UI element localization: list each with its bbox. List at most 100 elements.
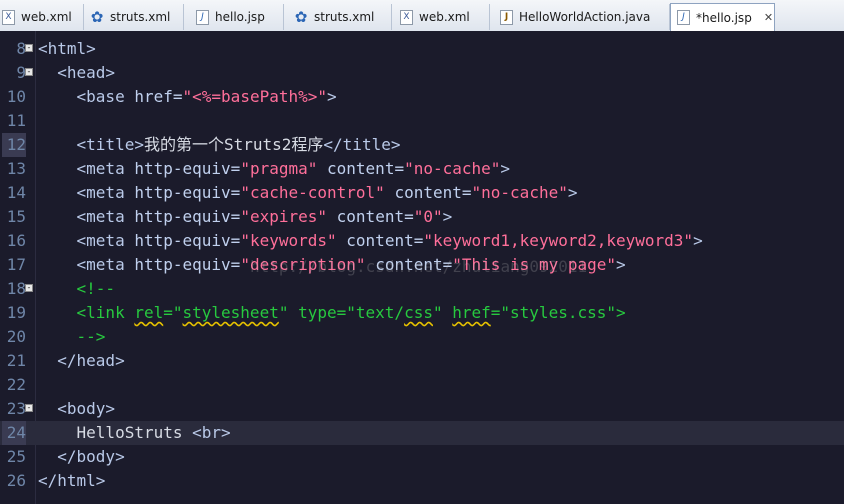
line-number: 17 — [6, 255, 26, 274]
code-line: 10 <base href="<%=basePath%>"> — [0, 85, 844, 109]
code-line: 12 <title>我的第一个Struts2程序</title> — [0, 133, 844, 157]
line-number: 9 — [16, 63, 26, 82]
code-editor[interactable]: 8 - <html> 9 - <head> 10 <base href="<%=… — [0, 31, 844, 504]
code-token: > — [567, 183, 578, 202]
code-token: css — [404, 303, 433, 322]
line-number: 19 — [6, 303, 26, 322]
line-number: 11 — [6, 111, 26, 130]
code-token: content= — [336, 207, 414, 226]
fold-collapse-icon[interactable]: - — [25, 44, 33, 52]
code-token: =" — [163, 303, 183, 322]
code-token: <meta — [76, 183, 125, 202]
fold-collapse-icon[interactable]: - — [25, 404, 33, 412]
fold-collapse-icon[interactable]: - — [25, 284, 33, 292]
code-token: HelloStruts — [76, 423, 183, 442]
code-token: <body> — [57, 399, 116, 418]
code-token: rel — [134, 303, 164, 322]
code-token: content= — [327, 159, 405, 178]
code-token: "cache-control" — [240, 183, 385, 202]
tab-label: struts.xml — [314, 10, 375, 24]
code-token: > — [442, 207, 453, 226]
tab-label: struts.xml — [110, 10, 171, 24]
code-token: stylesheet — [182, 303, 279, 322]
code-line: 13 <meta http-equiv="pragma" content="no… — [0, 157, 844, 181]
code-line: 16 <meta http-equiv="keywords" content="… — [0, 229, 844, 253]
code-token: <meta — [76, 207, 125, 226]
code-token: <meta — [76, 159, 125, 178]
jsp-file-icon: J — [677, 10, 690, 25]
code-token: </head> — [57, 351, 125, 370]
code-token: ="styles.css"> — [490, 303, 626, 322]
line-number: 20 — [6, 327, 26, 346]
code-token: "keyword1,keyword2,keyword3" — [423, 231, 694, 250]
line-number: 8 — [16, 39, 26, 58]
code-token: > — [500, 159, 511, 178]
code-token: http-equiv= — [134, 231, 241, 250]
code-line: 21 </head> — [0, 349, 844, 373]
code-token: " type="text/ — [278, 303, 405, 322]
struts-config-icon: ✿ — [294, 8, 308, 26]
code-token: href= — [134, 87, 183, 106]
code-token: 我的第一个Struts2程序 — [143, 135, 324, 154]
line-number: 13 — [6, 159, 26, 178]
line-number: 18 — [6, 279, 26, 298]
fold-collapse-icon[interactable]: - — [25, 68, 33, 76]
code-token: > — [327, 87, 337, 106]
line-number: 25 — [6, 447, 26, 466]
tab-label: HelloWorldAction.java — [519, 10, 651, 24]
code-line: 23 - <body> — [0, 397, 844, 421]
line-number: 21 — [6, 351, 26, 370]
code-token: "pragma" — [240, 159, 318, 178]
tab-helloworldaction-java[interactable]: J HelloWorldAction.java — [494, 4, 670, 30]
tab-hello-jsp-active[interactable]: J *hello.jsp ✕ — [670, 3, 775, 31]
line-number: 23 — [6, 399, 26, 418]
code-token: content= — [346, 231, 424, 250]
code-line: 19 <link rel="stylesheet" type="text/css… — [0, 301, 844, 325]
tab-label: *hello.jsp — [696, 10, 752, 25]
xml-file-icon: X — [400, 9, 413, 25]
code-token: <base — [76, 87, 125, 106]
tab-label: web.xml — [419, 10, 470, 24]
code-token: <br> — [192, 423, 231, 442]
code-token: "no-cache" — [471, 183, 568, 202]
code-token: </body> — [57, 447, 125, 466]
code-token: http-equiv= — [134, 159, 241, 178]
code-token: <link — [76, 303, 135, 322]
current-code-line: 24 HelloStruts <br> — [0, 421, 844, 445]
code-token: http-equiv= — [134, 183, 241, 202]
code-line: 11 — [0, 109, 844, 133]
line-number: 14 — [6, 183, 26, 202]
code-line: 22 — [0, 373, 844, 397]
line-number: 16 — [6, 231, 26, 250]
tab-web-xml-2[interactable]: X web.xml — [394, 4, 490, 30]
code-token: "<%=basePath%>" — [182, 87, 328, 106]
code-token: </html> — [38, 471, 106, 490]
code-token: content= — [394, 183, 472, 202]
code-token: "no-cache" — [404, 159, 501, 178]
code-line: 26 </html> — [0, 469, 844, 493]
code-line: 25 </body> — [0, 445, 844, 469]
java-file-icon: J — [500, 9, 513, 25]
tab-web-xml-1[interactable]: X web.xml — [0, 4, 84, 30]
line-number: 12 — [2, 133, 26, 157]
close-tab-icon[interactable]: ✕ — [764, 11, 773, 24]
line-number: 24 — [2, 421, 26, 445]
tab-struts-xml-2[interactable]: ✿ struts.xml — [288, 4, 392, 30]
code-token: "0" — [413, 207, 443, 226]
code-token: </title> — [323, 135, 401, 154]
code-token: <html> — [38, 39, 96, 58]
code-token: href — [452, 303, 491, 322]
code-token: <!-- — [76, 279, 116, 298]
code-token: --> — [76, 327, 106, 346]
code-token: "keywords" — [240, 231, 337, 250]
line-number: 22 — [6, 375, 26, 394]
tab-hello-jsp[interactable]: J hello.jsp — [190, 4, 284, 30]
code-token: " — [432, 303, 453, 322]
code-token: <meta — [76, 231, 125, 250]
tab-struts-xml-1[interactable]: ✿ struts.xml — [84, 4, 184, 30]
code-token: > — [693, 231, 703, 250]
xml-file-icon: X — [2, 9, 15, 25]
line-number: 15 — [6, 207, 26, 226]
tab-label: hello.jsp — [215, 10, 265, 24]
code-token: http-equiv= — [134, 255, 241, 274]
